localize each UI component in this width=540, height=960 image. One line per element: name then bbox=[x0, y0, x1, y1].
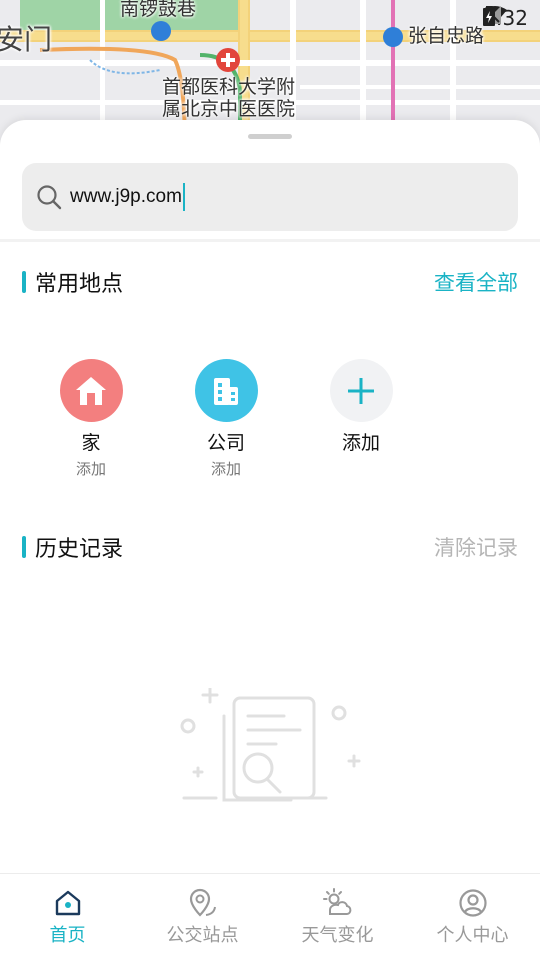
tab-profile-label: 个人中心 bbox=[436, 925, 509, 946]
profile-icon bbox=[458, 889, 487, 917]
search-input[interactable]: www.j9p.com bbox=[70, 186, 182, 208]
sheet-drag-handle[interactable] bbox=[248, 134, 292, 139]
history-header: 历史记录 清除记录 bbox=[22, 532, 518, 562]
company-tile bbox=[194, 359, 258, 422]
bottom-nav: 首页 公交站点 天气变化 个人中心 bbox=[0, 873, 540, 960]
common-places-title: 常用地点 bbox=[35, 272, 124, 297]
tab-home[interactable]: 首页 bbox=[0, 874, 135, 960]
plus-icon bbox=[348, 377, 374, 404]
map-label-hospital-1: 首都医科大学附 bbox=[162, 76, 296, 98]
home-outline-icon bbox=[55, 890, 80, 916]
place-company-name: 公司 bbox=[206, 432, 245, 454]
empty-history-icon bbox=[180, 688, 361, 802]
place-home[interactable]: 家 添加 bbox=[41, 359, 141, 479]
history-title-wrap: 历史记录 bbox=[22, 531, 123, 563]
history-title: 历史记录 bbox=[35, 537, 124, 562]
common-places-title-wrap: 常用地点 bbox=[22, 266, 123, 298]
map-label-gate: 安门 bbox=[0, 23, 53, 56]
text-caret bbox=[182, 183, 185, 211]
bus-stop-icon bbox=[189, 888, 216, 917]
status-bar: 8:32 bbox=[483, 6, 528, 30]
section-accent-bar bbox=[22, 536, 26, 558]
tab-bus-stops[interactable]: 公交站点 bbox=[135, 874, 270, 960]
place-company-sub: 添加 bbox=[210, 460, 241, 478]
battery-icon bbox=[483, 6, 496, 26]
search-bar[interactable]: www.j9p.com bbox=[22, 163, 518, 231]
place-home-sub: 添加 bbox=[75, 460, 106, 478]
tab-weather[interactable]: 天气变化 bbox=[270, 874, 405, 960]
place-add-name: 添加 bbox=[341, 432, 380, 454]
tab-home-label: 首页 bbox=[49, 925, 86, 946]
home-tile bbox=[59, 359, 123, 422]
building-icon bbox=[214, 377, 238, 405]
map-label-metro: 张自忠路 bbox=[408, 25, 485, 47]
map-label-hospital-2: 属北京中医医院 bbox=[162, 98, 296, 120]
common-places-header: 常用地点 查看全部 bbox=[22, 267, 518, 297]
place-company[interactable]: 公司 添加 bbox=[176, 359, 276, 479]
weather-icon bbox=[322, 888, 351, 915]
place-add[interactable]: 添加 bbox=[311, 359, 411, 455]
home-icon bbox=[76, 376, 106, 405]
divider bbox=[0, 239, 540, 242]
search-icon bbox=[37, 185, 62, 210]
bottom-sheet: www.j9p.com 常用地点 查看全部 家 添加 公司 添加 添加 历史记录… bbox=[0, 120, 540, 960]
map-label-road: 南锣鼓巷 bbox=[120, 0, 197, 20]
section-accent-bar bbox=[22, 271, 26, 293]
tab-bus-stops-label: 公交站点 bbox=[166, 925, 239, 946]
tab-weather-label: 天气变化 bbox=[301, 925, 374, 946]
place-home-name: 家 bbox=[81, 432, 101, 454]
add-tile bbox=[329, 359, 393, 422]
clear-history-link[interactable]: 清除记录 bbox=[434, 532, 518, 562]
view-all-link[interactable]: 查看全部 bbox=[434, 267, 518, 297]
tab-profile[interactable]: 个人中心 bbox=[405, 874, 540, 960]
search-input-text: www.j9p.com bbox=[70, 186, 182, 207]
